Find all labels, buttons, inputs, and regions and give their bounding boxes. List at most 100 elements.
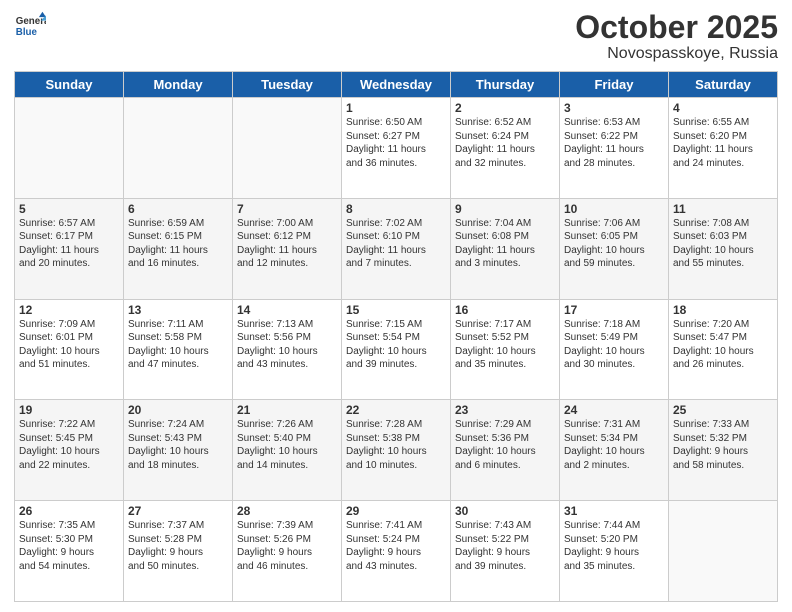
day-number: 29 bbox=[346, 504, 446, 518]
day-number: 3 bbox=[564, 101, 664, 115]
day-info: Sunrise: 6:59 AM Sunset: 6:15 PM Dayligh… bbox=[128, 217, 228, 271]
calendar-cell bbox=[233, 98, 342, 199]
calendar-cell: 30Sunrise: 7:43 AM Sunset: 5:22 PM Dayli… bbox=[451, 501, 560, 602]
calendar-cell: 12Sunrise: 7:09 AM Sunset: 6:01 PM Dayli… bbox=[15, 299, 124, 400]
calendar-cell: 8Sunrise: 7:02 AM Sunset: 6:10 PM Daylig… bbox=[342, 198, 451, 299]
day-info: Sunrise: 7:13 AM Sunset: 5:56 PM Dayligh… bbox=[237, 318, 337, 372]
day-info: Sunrise: 6:52 AM Sunset: 6:24 PM Dayligh… bbox=[455, 116, 555, 170]
day-info: Sunrise: 7:22 AM Sunset: 5:45 PM Dayligh… bbox=[19, 418, 119, 472]
day-info: Sunrise: 6:53 AM Sunset: 6:22 PM Dayligh… bbox=[564, 116, 664, 170]
calendar-cell: 21Sunrise: 7:26 AM Sunset: 5:40 PM Dayli… bbox=[233, 400, 342, 501]
day-number: 16 bbox=[455, 303, 555, 317]
day-info: Sunrise: 7:43 AM Sunset: 5:22 PM Dayligh… bbox=[455, 519, 555, 573]
calendar-cell: 19Sunrise: 7:22 AM Sunset: 5:45 PM Dayli… bbox=[15, 400, 124, 501]
title-block: October 2025 Novospasskoye, Russia bbox=[575, 10, 778, 63]
calendar-cell: 24Sunrise: 7:31 AM Sunset: 5:34 PM Dayli… bbox=[560, 400, 669, 501]
day-info: Sunrise: 7:06 AM Sunset: 6:05 PM Dayligh… bbox=[564, 217, 664, 271]
day-number: 27 bbox=[128, 504, 228, 518]
day-number: 31 bbox=[564, 504, 664, 518]
day-number: 30 bbox=[455, 504, 555, 518]
calendar-cell: 3Sunrise: 6:53 AM Sunset: 6:22 PM Daylig… bbox=[560, 98, 669, 199]
day-number: 26 bbox=[19, 504, 119, 518]
day-info: Sunrise: 6:55 AM Sunset: 6:20 PM Dayligh… bbox=[673, 116, 773, 170]
weekday-sunday: Sunday bbox=[15, 72, 124, 98]
day-number: 9 bbox=[455, 202, 555, 216]
weekday-tuesday: Tuesday bbox=[233, 72, 342, 98]
day-number: 23 bbox=[455, 403, 555, 417]
day-info: Sunrise: 6:50 AM Sunset: 6:27 PM Dayligh… bbox=[346, 116, 446, 170]
calendar-cell: 1Sunrise: 6:50 AM Sunset: 6:27 PM Daylig… bbox=[342, 98, 451, 199]
day-info: Sunrise: 7:28 AM Sunset: 5:38 PM Dayligh… bbox=[346, 418, 446, 472]
day-number: 13 bbox=[128, 303, 228, 317]
day-info: Sunrise: 7:09 AM Sunset: 6:01 PM Dayligh… bbox=[19, 318, 119, 372]
weekday-friday: Friday bbox=[560, 72, 669, 98]
calendar-cell: 29Sunrise: 7:41 AM Sunset: 5:24 PM Dayli… bbox=[342, 501, 451, 602]
day-info: Sunrise: 7:26 AM Sunset: 5:40 PM Dayligh… bbox=[237, 418, 337, 472]
calendar-table: SundayMondayTuesdayWednesdayThursdayFrid… bbox=[14, 71, 778, 602]
calendar-cell: 25Sunrise: 7:33 AM Sunset: 5:32 PM Dayli… bbox=[669, 400, 778, 501]
day-number: 6 bbox=[128, 202, 228, 216]
day-number: 22 bbox=[346, 403, 446, 417]
day-number: 1 bbox=[346, 101, 446, 115]
calendar-cell: 16Sunrise: 7:17 AM Sunset: 5:52 PM Dayli… bbox=[451, 299, 560, 400]
day-number: 19 bbox=[19, 403, 119, 417]
month-title: October 2025 bbox=[575, 10, 778, 45]
day-info: Sunrise: 7:02 AM Sunset: 6:10 PM Dayligh… bbox=[346, 217, 446, 271]
day-info: Sunrise: 7:17 AM Sunset: 5:52 PM Dayligh… bbox=[455, 318, 555, 372]
calendar-cell: 13Sunrise: 7:11 AM Sunset: 5:58 PM Dayli… bbox=[124, 299, 233, 400]
day-info: Sunrise: 7:37 AM Sunset: 5:28 PM Dayligh… bbox=[128, 519, 228, 573]
week-row-3: 12Sunrise: 7:09 AM Sunset: 6:01 PM Dayli… bbox=[15, 299, 778, 400]
day-info: Sunrise: 7:20 AM Sunset: 5:47 PM Dayligh… bbox=[673, 318, 773, 372]
calendar-cell: 2Sunrise: 6:52 AM Sunset: 6:24 PM Daylig… bbox=[451, 98, 560, 199]
calendar-cell: 26Sunrise: 7:35 AM Sunset: 5:30 PM Dayli… bbox=[15, 501, 124, 602]
week-row-5: 26Sunrise: 7:35 AM Sunset: 5:30 PM Dayli… bbox=[15, 501, 778, 602]
day-info: Sunrise: 7:44 AM Sunset: 5:20 PM Dayligh… bbox=[564, 519, 664, 573]
day-number: 8 bbox=[346, 202, 446, 216]
day-info: Sunrise: 7:39 AM Sunset: 5:26 PM Dayligh… bbox=[237, 519, 337, 573]
day-number: 11 bbox=[673, 202, 773, 216]
day-number: 15 bbox=[346, 303, 446, 317]
day-number: 2 bbox=[455, 101, 555, 115]
day-info: Sunrise: 7:15 AM Sunset: 5:54 PM Dayligh… bbox=[346, 318, 446, 372]
calendar-cell: 18Sunrise: 7:20 AM Sunset: 5:47 PM Dayli… bbox=[669, 299, 778, 400]
calendar-cell: 4Sunrise: 6:55 AM Sunset: 6:20 PM Daylig… bbox=[669, 98, 778, 199]
day-number: 24 bbox=[564, 403, 664, 417]
day-number: 25 bbox=[673, 403, 773, 417]
calendar-cell: 31Sunrise: 7:44 AM Sunset: 5:20 PM Dayli… bbox=[560, 501, 669, 602]
calendar-cell: 15Sunrise: 7:15 AM Sunset: 5:54 PM Dayli… bbox=[342, 299, 451, 400]
day-info: Sunrise: 7:41 AM Sunset: 5:24 PM Dayligh… bbox=[346, 519, 446, 573]
day-number: 28 bbox=[237, 504, 337, 518]
day-info: Sunrise: 7:24 AM Sunset: 5:43 PM Dayligh… bbox=[128, 418, 228, 472]
calendar-cell: 22Sunrise: 7:28 AM Sunset: 5:38 PM Dayli… bbox=[342, 400, 451, 501]
day-number: 5 bbox=[19, 202, 119, 216]
week-row-4: 19Sunrise: 7:22 AM Sunset: 5:45 PM Dayli… bbox=[15, 400, 778, 501]
day-number: 10 bbox=[564, 202, 664, 216]
calendar-cell bbox=[669, 501, 778, 602]
day-number: 7 bbox=[237, 202, 337, 216]
weekday-saturday: Saturday bbox=[669, 72, 778, 98]
calendar-cell bbox=[124, 98, 233, 199]
day-number: 4 bbox=[673, 101, 773, 115]
day-number: 18 bbox=[673, 303, 773, 317]
calendar-cell bbox=[15, 98, 124, 199]
logo: General Blue bbox=[14, 10, 46, 42]
page: General Blue October 2025 Novospasskoye,… bbox=[0, 0, 792, 612]
calendar-cell: 9Sunrise: 7:04 AM Sunset: 6:08 PM Daylig… bbox=[451, 198, 560, 299]
day-info: Sunrise: 7:29 AM Sunset: 5:36 PM Dayligh… bbox=[455, 418, 555, 472]
weekday-header-row: SundayMondayTuesdayWednesdayThursdayFrid… bbox=[15, 72, 778, 98]
logo-icon: General Blue bbox=[14, 10, 46, 42]
day-number: 21 bbox=[237, 403, 337, 417]
day-info: Sunrise: 7:18 AM Sunset: 5:49 PM Dayligh… bbox=[564, 318, 664, 372]
day-info: Sunrise: 6:57 AM Sunset: 6:17 PM Dayligh… bbox=[19, 217, 119, 271]
day-info: Sunrise: 7:08 AM Sunset: 6:03 PM Dayligh… bbox=[673, 217, 773, 271]
day-info: Sunrise: 7:00 AM Sunset: 6:12 PM Dayligh… bbox=[237, 217, 337, 271]
calendar-cell: 28Sunrise: 7:39 AM Sunset: 5:26 PM Dayli… bbox=[233, 501, 342, 602]
calendar-cell: 6Sunrise: 6:59 AM Sunset: 6:15 PM Daylig… bbox=[124, 198, 233, 299]
calendar-cell: 7Sunrise: 7:00 AM Sunset: 6:12 PM Daylig… bbox=[233, 198, 342, 299]
calendar-cell: 14Sunrise: 7:13 AM Sunset: 5:56 PM Dayli… bbox=[233, 299, 342, 400]
svg-text:Blue: Blue bbox=[16, 27, 38, 38]
calendar-cell: 10Sunrise: 7:06 AM Sunset: 6:05 PM Dayli… bbox=[560, 198, 669, 299]
calendar-cell: 23Sunrise: 7:29 AM Sunset: 5:36 PM Dayli… bbox=[451, 400, 560, 501]
day-number: 17 bbox=[564, 303, 664, 317]
day-info: Sunrise: 7:33 AM Sunset: 5:32 PM Dayligh… bbox=[673, 418, 773, 472]
